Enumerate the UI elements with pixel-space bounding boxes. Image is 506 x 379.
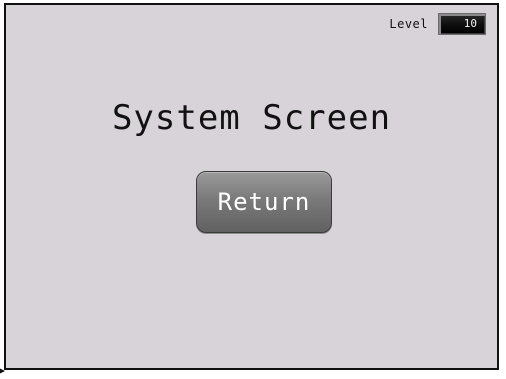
level-value-display: 10 [438,13,486,35]
level-label: Level [389,17,428,31]
level-indicator: Level 10 [389,13,486,35]
system-screen-panel: Level 10 System Screen Return [4,3,499,370]
return-button[interactable]: Return [196,171,332,233]
cursor-arrow-icon [0,368,5,374]
page-title: System Screen [111,98,392,138]
